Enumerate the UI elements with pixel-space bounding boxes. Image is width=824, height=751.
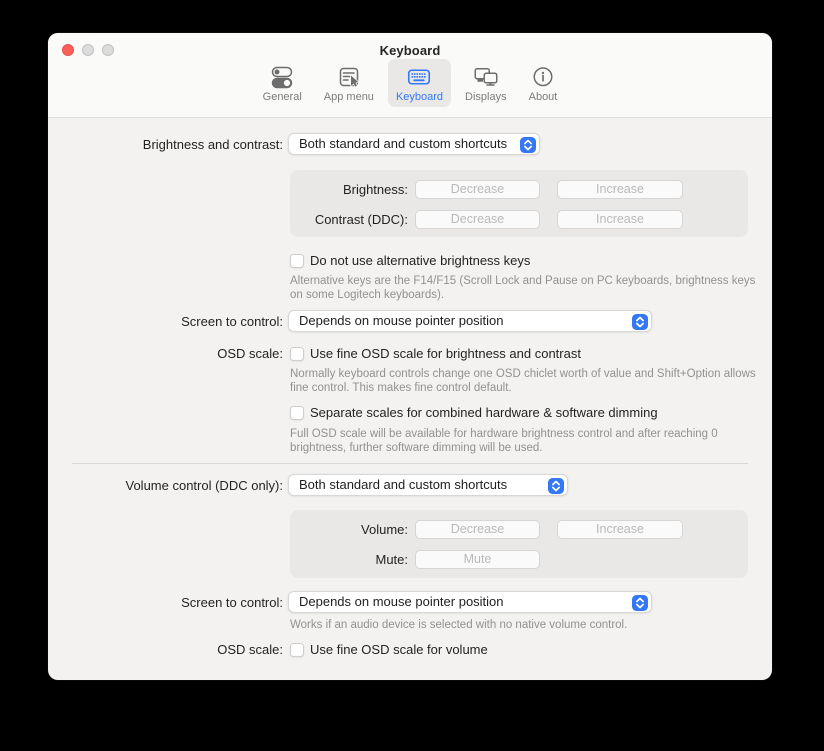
tab-app-menu-label: App menu <box>324 91 374 103</box>
toggles-icon <box>269 63 295 90</box>
separate-scales-checkbox[interactable] <box>290 406 304 420</box>
mute-button[interactable]: Mute <box>415 550 540 569</box>
alt-brightness-keys-label: Do not use alternative brightness keys <box>310 253 530 269</box>
chevron-up-down-icon <box>632 314 648 330</box>
tab-about[interactable]: About <box>521 59 566 107</box>
fine-osd-brightness-label: Use fine OSD scale for brightness and co… <box>310 346 581 362</box>
tab-app-menu[interactable]: App menu <box>316 59 382 107</box>
volume-mode-value: Both standard and custom shortcuts <box>299 477 507 492</box>
titlebar: Keyboard General <box>48 33 772 118</box>
volume-mode-label: Volume control (DDC only): <box>48 478 283 494</box>
osd-scale-label-2: OSD scale: <box>48 642 283 658</box>
alt-brightness-keys-help: Alternative keys are the F14/F15 (Scroll… <box>290 274 766 302</box>
chevron-up-down-icon <box>632 595 648 611</box>
fine-osd-brightness-checkbox[interactable] <box>290 347 304 361</box>
screen-to-control-dropdown-1[interactable]: Depends on mouse pointer position <box>288 310 652 332</box>
toolbar: General App menu <box>48 59 772 107</box>
volume-increase-button[interactable]: Increase <box>557 520 683 539</box>
brightness-decrease-button[interactable]: Decrease <box>415 180 540 199</box>
brightness-row-label: Brightness: <box>290 180 408 199</box>
tab-displays[interactable]: Displays <box>457 59 515 107</box>
tab-displays-label: Displays <box>465 91 507 103</box>
tab-general-label: General <box>263 91 302 103</box>
contrast-increase-button[interactable]: Increase <box>557 210 683 229</box>
preferences-window: Keyboard General <box>48 33 772 680</box>
separate-scales-label: Separate scales for combined hardware & … <box>310 405 658 421</box>
separate-scales-help: Full OSD scale will be available for har… <box>290 427 772 455</box>
chevron-up-down-icon <box>548 478 564 494</box>
contrast-decrease-button[interactable]: Decrease <box>415 210 540 229</box>
volume-screen-help: Works if an audio device is selected wit… <box>290 618 766 632</box>
volume-shortcuts-group: Volume: Decrease Increase Mute: Mute <box>290 510 748 578</box>
screen-to-control-dropdown-2[interactable]: Depends on mouse pointer position <box>288 591 652 613</box>
tab-keyboard[interactable]: Keyboard <box>388 59 451 107</box>
screen-to-control-label-1: Screen to control: <box>48 314 283 330</box>
section-divider <box>72 463 748 464</box>
brightness-mode-value: Both standard and custom shortcuts <box>299 136 507 151</box>
window-title: Keyboard <box>48 43 772 58</box>
fine-osd-volume-label: Use fine OSD scale for volume <box>310 642 488 658</box>
brightness-mode-dropdown[interactable]: Both standard and custom shortcuts <box>288 133 540 155</box>
displays-icon <box>472 63 500 90</box>
volume-row-label: Volume: <box>290 520 408 539</box>
osd-scale-label-1: OSD scale: <box>48 346 283 362</box>
screen-to-control-value-2: Depends on mouse pointer position <box>299 594 504 609</box>
mute-row-label: Mute: <box>290 550 408 569</box>
alt-brightness-keys-checkbox[interactable] <box>290 254 304 268</box>
tab-about-label: About <box>529 91 558 103</box>
keyboard-icon <box>406 63 432 90</box>
tab-keyboard-label: Keyboard <box>396 91 443 103</box>
volume-mode-dropdown[interactable]: Both standard and custom shortcuts <box>288 474 568 496</box>
brightness-shortcuts-group: Brightness: Decrease Increase Contrast (… <box>290 170 748 237</box>
chevron-up-down-icon <box>520 137 536 153</box>
menu-cursor-icon <box>336 63 362 90</box>
volume-decrease-button[interactable]: Decrease <box>415 520 540 539</box>
brightness-increase-button[interactable]: Increase <box>557 180 683 199</box>
contrast-row-label: Contrast (DDC): <box>290 210 408 229</box>
screen-to-control-label-2: Screen to control: <box>48 595 283 611</box>
screen-to-control-value-1: Depends on mouse pointer position <box>299 313 504 328</box>
tab-general[interactable]: General <box>255 59 310 107</box>
brightness-mode-label: Brightness and contrast: <box>48 137 283 153</box>
info-icon <box>530 63 556 90</box>
fine-osd-brightness-help: Normally keyboard controls change one OS… <box>290 367 766 395</box>
fine-osd-volume-checkbox[interactable] <box>290 643 304 657</box>
